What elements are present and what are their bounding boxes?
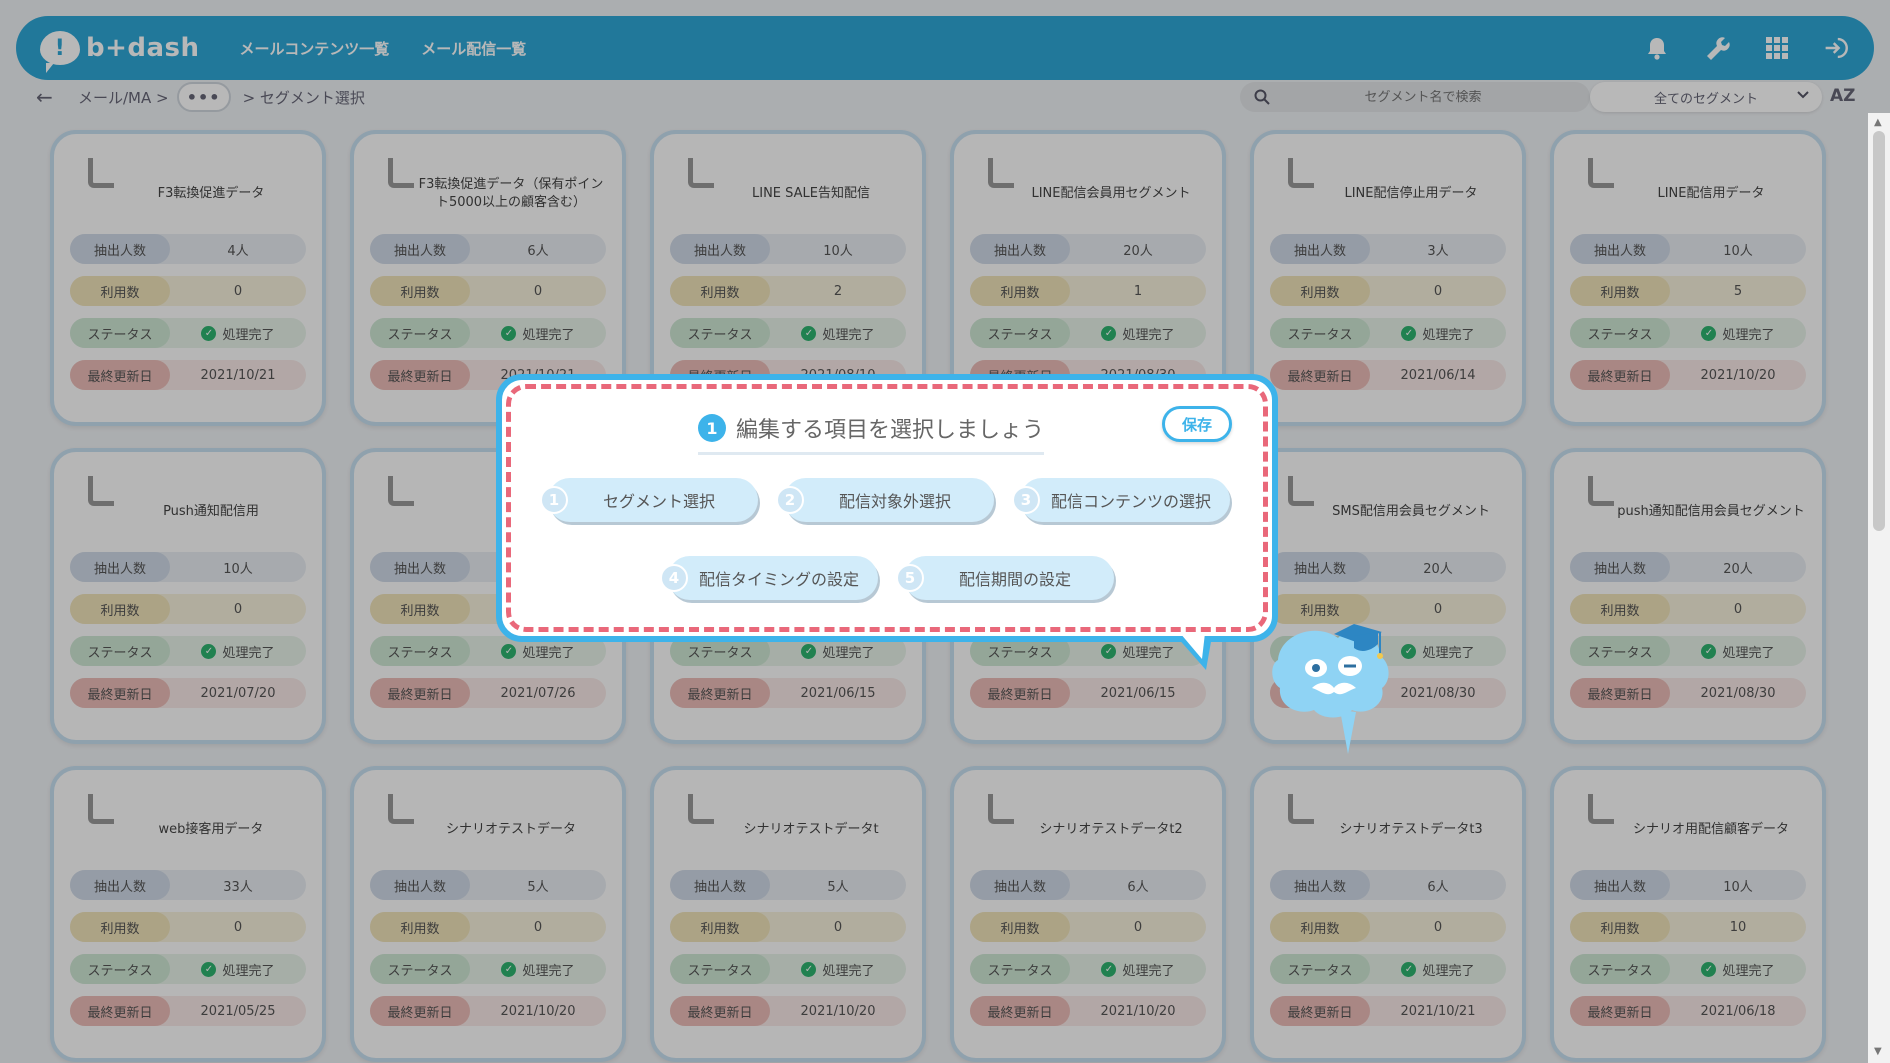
scroll-up-icon[interactable]: ▲ xyxy=(1874,117,1882,128)
scrollbar[interactable]: ▲ ▼ xyxy=(1868,113,1890,1063)
option-label: セグメント選択 xyxy=(602,492,715,511)
option-number-badge: 4 xyxy=(660,564,688,592)
scrollbar-thumb[interactable] xyxy=(1873,131,1885,531)
option-timing-setting[interactable]: 4 配信タイミングの設定 xyxy=(660,556,878,600)
option-number-badge: 2 xyxy=(776,486,804,514)
popup-tail-inner xyxy=(1180,633,1205,659)
step-badge: 1 xyxy=(698,414,726,442)
option-label: 配信期間の設定 xyxy=(958,570,1071,589)
option-number-badge: 5 xyxy=(896,564,924,592)
option-period-setting[interactable]: 5 配信期間の設定 xyxy=(896,556,1114,600)
option-number-badge: 1 xyxy=(540,486,568,514)
option-label: 配信対象外選択 xyxy=(838,492,951,511)
option-segment-select[interactable]: 1 セグメント選択 xyxy=(540,478,758,522)
edit-item-popup: 1 編集する項目を選択しましょう 保存 1 セグメント選択 2 配信対象外選択 … xyxy=(496,374,1278,642)
option-content-select[interactable]: 3 配信コンテンツの選択 xyxy=(1012,478,1230,522)
save-button[interactable]: 保存 xyxy=(1162,406,1232,442)
option-exclusion-select[interactable]: 2 配信対象外選択 xyxy=(776,478,994,522)
mascot-brain-icon xyxy=(1272,624,1389,754)
option-number-badge: 3 xyxy=(1012,486,1040,514)
popup-title-text: 編集する項目を選択しましょう xyxy=(736,418,1045,443)
scroll-down-icon[interactable]: ▼ xyxy=(1874,1046,1882,1057)
option-label: 配信タイミングの設定 xyxy=(698,570,859,589)
option-label: 配信コンテンツの選択 xyxy=(1050,492,1211,511)
popup-title: 1 編集する項目を選択しましょう xyxy=(698,412,1045,455)
